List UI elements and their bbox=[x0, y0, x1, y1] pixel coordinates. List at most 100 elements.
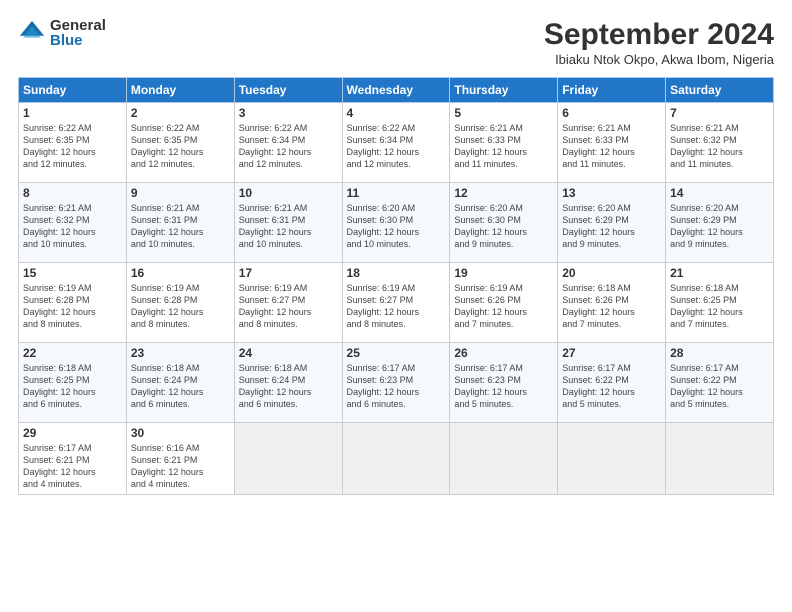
day-content: Sunrise: 6:21 AMSunset: 6:33 PMDaylight:… bbox=[454, 122, 553, 171]
day-content: Sunrise: 6:18 AMSunset: 6:25 PMDaylight:… bbox=[23, 362, 122, 411]
day-content: Sunrise: 6:21 AMSunset: 6:31 PMDaylight:… bbox=[239, 202, 338, 251]
calendar-week-1: 1 Sunrise: 6:22 AMSunset: 6:35 PMDaylight… bbox=[19, 103, 774, 183]
day-content: Sunrise: 6:19 AMSunset: 6:27 PMDaylight:… bbox=[239, 282, 338, 331]
table-row: 22 Sunrise: 6:18 AMSunset: 6:25 PMDayligh… bbox=[19, 343, 127, 423]
day-number: 27 bbox=[562, 346, 661, 360]
table-row: 4 Sunrise: 6:22 AMSunset: 6:34 PMDaylight… bbox=[342, 103, 450, 183]
day-content: Sunrise: 6:20 AMSunset: 6:29 PMDaylight:… bbox=[562, 202, 661, 251]
table-row: 10 Sunrise: 6:21 AMSunset: 6:31 PMDayligh… bbox=[234, 183, 342, 263]
day-content: Sunrise: 6:22 AMSunset: 6:35 PMDaylight:… bbox=[23, 122, 122, 171]
day-number: 14 bbox=[670, 186, 769, 200]
day-number: 28 bbox=[670, 346, 769, 360]
day-content: Sunrise: 6:18 AMSunset: 6:24 PMDaylight:… bbox=[239, 362, 338, 411]
table-row bbox=[450, 423, 558, 495]
logo-blue-text: Blue bbox=[50, 33, 106, 48]
col-thursday: Thursday bbox=[450, 78, 558, 103]
table-row: 14Sunrise: 6:20 AMSunset: 6:29 PMDayligh… bbox=[666, 183, 774, 263]
table-row: 26 Sunrise: 6:17 AMSunset: 6:23 PMDayligh… bbox=[450, 343, 558, 423]
table-row: 18 Sunrise: 6:19 AMSunset: 6:27 PMDayligh… bbox=[342, 263, 450, 343]
day-content: Sunrise: 6:18 AMSunset: 6:25 PMDaylight:… bbox=[670, 282, 769, 331]
day-content: Sunrise: 6:17 AMSunset: 6:23 PMDaylight:… bbox=[454, 362, 553, 411]
calendar-week-2: 8Sunrise: 6:21 AMSunset: 6:32 PMDaylight… bbox=[19, 183, 774, 263]
day-number: 1 bbox=[23, 106, 122, 120]
day-number: 4 bbox=[347, 106, 446, 120]
day-number: 19 bbox=[454, 266, 553, 280]
table-row: 15 Sunrise: 6:19 AMSunset: 6:28 PMDayligh… bbox=[19, 263, 127, 343]
day-content: Sunrise: 6:17 AMSunset: 6:22 PMDaylight:… bbox=[562, 362, 661, 411]
day-number: 15 bbox=[23, 266, 122, 280]
day-number: 22 bbox=[23, 346, 122, 360]
day-number: 20 bbox=[562, 266, 661, 280]
day-number: 29 bbox=[23, 426, 122, 440]
col-wednesday: Wednesday bbox=[342, 78, 450, 103]
day-content: Sunrise: 6:18 AMSunset: 6:26 PMDaylight:… bbox=[562, 282, 661, 331]
col-saturday: Saturday bbox=[666, 78, 774, 103]
day-content: Sunrise: 6:22 AMSunset: 6:35 PMDaylight:… bbox=[131, 122, 230, 171]
table-row: 2 Sunrise: 6:22 AMSunset: 6:35 PMDaylight… bbox=[126, 103, 234, 183]
table-row: 25Sunrise: 6:17 AMSunset: 6:23 PMDayligh… bbox=[342, 343, 450, 423]
table-row: 21 Sunrise: 6:18 AMSunset: 6:25 PMDayligh… bbox=[666, 263, 774, 343]
table-row: 19 Sunrise: 6:19 AMSunset: 6:26 PMDayligh… bbox=[450, 263, 558, 343]
day-number: 11 bbox=[347, 186, 446, 200]
day-number: 5 bbox=[454, 106, 553, 120]
col-tuesday: Tuesday bbox=[234, 78, 342, 103]
day-content: Sunrise: 6:20 AMSunset: 6:30 PMDaylight:… bbox=[454, 202, 553, 251]
table-row: 12 Sunrise: 6:20 AMSunset: 6:30 PMDayligh… bbox=[450, 183, 558, 263]
calendar-table: Sunday Monday Tuesday Wednesday Thursday… bbox=[18, 77, 774, 495]
day-number: 30 bbox=[131, 426, 230, 440]
day-content: Sunrise: 6:19 AMSunset: 6:26 PMDaylight:… bbox=[454, 282, 553, 331]
day-number: 13 bbox=[562, 186, 661, 200]
calendar-week-5: 29 Sunrise: 6:17 AMSunset: 6:21 PMDayligh… bbox=[19, 423, 774, 495]
col-sunday: Sunday bbox=[19, 78, 127, 103]
day-number: 24 bbox=[239, 346, 338, 360]
table-row: 7Sunrise: 6:21 AMSunset: 6:32 PMDaylight… bbox=[666, 103, 774, 183]
day-number: 18 bbox=[347, 266, 446, 280]
calendar-week-3: 15 Sunrise: 6:19 AMSunset: 6:28 PMDayligh… bbox=[19, 263, 774, 343]
day-number: 3 bbox=[239, 106, 338, 120]
table-row: 28Sunrise: 6:17 AMSunset: 6:22 PMDayligh… bbox=[666, 343, 774, 423]
table-row: 23Sunrise: 6:18 AMSunset: 6:24 PMDayligh… bbox=[126, 343, 234, 423]
table-row: 9 Sunrise: 6:21 AMSunset: 6:31 PMDaylight… bbox=[126, 183, 234, 263]
logo-icon bbox=[18, 19, 46, 47]
day-content: Sunrise: 6:17 AMSunset: 6:21 PMDaylight:… bbox=[23, 442, 122, 491]
table-row: 29 Sunrise: 6:17 AMSunset: 6:21 PMDayligh… bbox=[19, 423, 127, 495]
day-number: 17 bbox=[239, 266, 338, 280]
day-number: 10 bbox=[239, 186, 338, 200]
col-monday: Monday bbox=[126, 78, 234, 103]
header: General Blue September 2024 Ibiaku Ntok … bbox=[18, 18, 774, 67]
day-number: 2 bbox=[131, 106, 230, 120]
table-row: 8Sunrise: 6:21 AMSunset: 6:32 PMDaylight… bbox=[19, 183, 127, 263]
table-row: 17 Sunrise: 6:19 AMSunset: 6:27 PMDayligh… bbox=[234, 263, 342, 343]
calendar-week-4: 22 Sunrise: 6:18 AMSunset: 6:25 PMDayligh… bbox=[19, 343, 774, 423]
table-row: 3 Sunrise: 6:22 AMSunset: 6:34 PMDaylight… bbox=[234, 103, 342, 183]
table-row: 16 Sunrise: 6:19 AMSunset: 6:28 PMDayligh… bbox=[126, 263, 234, 343]
day-content: Sunrise: 6:21 AMSunset: 6:33 PMDaylight:… bbox=[562, 122, 661, 171]
table-row bbox=[234, 423, 342, 495]
day-number: 6 bbox=[562, 106, 661, 120]
table-row: 27 Sunrise: 6:17 AMSunset: 6:22 PMDayligh… bbox=[558, 343, 666, 423]
table-row: 1 Sunrise: 6:22 AMSunset: 6:35 PMDaylight… bbox=[19, 103, 127, 183]
day-content: Sunrise: 6:20 AMSunset: 6:30 PMDaylight:… bbox=[347, 202, 446, 251]
day-content: Sunrise: 6:22 AMSunset: 6:34 PMDaylight:… bbox=[239, 122, 338, 171]
table-row bbox=[342, 423, 450, 495]
table-row bbox=[666, 423, 774, 495]
table-row: 20 Sunrise: 6:18 AMSunset: 6:26 PMDayligh… bbox=[558, 263, 666, 343]
day-number: 9 bbox=[131, 186, 230, 200]
day-number: 26 bbox=[454, 346, 553, 360]
logo: General Blue bbox=[18, 18, 106, 48]
table-row: 6 Sunrise: 6:21 AMSunset: 6:33 PMDaylight… bbox=[558, 103, 666, 183]
day-number: 21 bbox=[670, 266, 769, 280]
title-block: September 2024 Ibiaku Ntok Okpo, Akwa Ib… bbox=[544, 18, 774, 67]
day-content: Sunrise: 6:19 AMSunset: 6:28 PMDaylight:… bbox=[131, 282, 230, 331]
day-number: 8 bbox=[23, 186, 122, 200]
day-content: Sunrise: 6:21 AMSunset: 6:31 PMDaylight:… bbox=[131, 202, 230, 251]
logo-general-text: General bbox=[50, 18, 106, 33]
day-content: Sunrise: 6:22 AMSunset: 6:34 PMDaylight:… bbox=[347, 122, 446, 171]
day-content: Sunrise: 6:19 AMSunset: 6:28 PMDaylight:… bbox=[23, 282, 122, 331]
day-content: Sunrise: 6:19 AMSunset: 6:27 PMDaylight:… bbox=[347, 282, 446, 331]
logo-text: General Blue bbox=[50, 18, 106, 48]
day-number: 12 bbox=[454, 186, 553, 200]
day-number: 16 bbox=[131, 266, 230, 280]
location: Ibiaku Ntok Okpo, Akwa Ibom, Nigeria bbox=[544, 52, 774, 67]
col-friday: Friday bbox=[558, 78, 666, 103]
